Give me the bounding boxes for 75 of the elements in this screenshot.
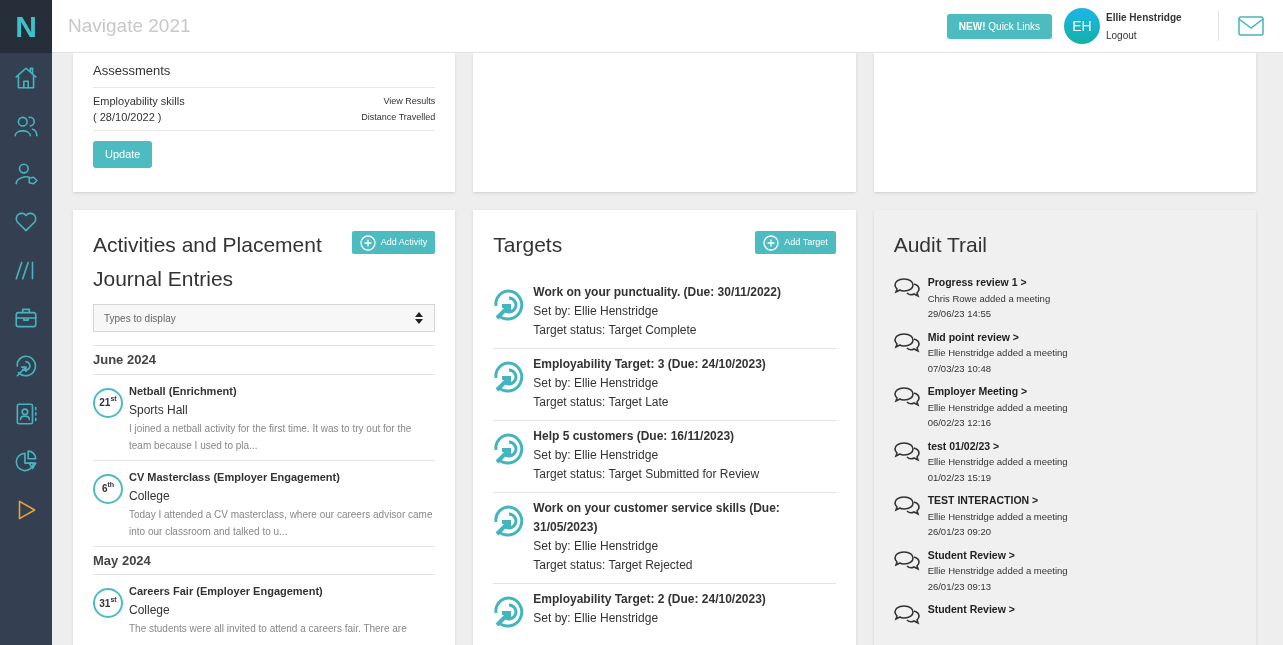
audit-time: 26/01/23 09:13 bbox=[927, 579, 993, 594]
card-title: Targets bbox=[493, 232, 563, 258]
target-title[interactable]: Employability Target: 3 (Due: 24/10/2023) bbox=[533, 355, 766, 374]
target-title[interactable]: Work on your customer service skills (Due: 31/05/2023) bbox=[533, 499, 836, 537]
target-icon bbox=[493, 596, 526, 628]
audit-time: 06/02/23 12:16 bbox=[927, 416, 993, 430]
activity-location: Sports Hall bbox=[129, 401, 189, 419]
activity-title[interactable]: Careers Fair (Employer Engagement) bbox=[129, 582, 407, 600]
activity-excerpt: I joined a netball activity for the first time. It was to try out for the team because I used to pla... bbox=[129, 421, 413, 453]
audit-time: 29/06/23 14:55 bbox=[927, 307, 993, 321]
audit-description: Ellie Henstridge added a meeting bbox=[927, 509, 1068, 524]
target-set-by: Set by: Ellie Henstridge bbox=[533, 610, 660, 627]
audit-description: Ellie Henstridge added a meeting bbox=[927, 455, 1068, 469]
target-icon bbox=[493, 433, 526, 465]
audit-time: 26/01/23 09:20 bbox=[927, 525, 993, 539]
audit-link[interactable]: Employer Meeting > bbox=[927, 384, 1068, 400]
chat-icon bbox=[893, 331, 920, 354]
assessment-link[interactable]: Distance Travelled bbox=[361, 108, 436, 125]
plus-icon bbox=[763, 234, 780, 251]
target-icon bbox=[493, 289, 526, 321]
chat-icon bbox=[893, 604, 920, 626]
month-heading: May 2024 bbox=[93, 545, 436, 574]
audit-description: Ellie Henstridge added a meeting bbox=[927, 564, 1068, 578]
target-title[interactable]: Work on your punctuality. (Due: 30/11/2022) bbox=[533, 283, 781, 302]
audit-description: Ellie Henstridge added a meeting bbox=[927, 400, 1068, 415]
audit-description: Chris Rowe added a meeting bbox=[927, 291, 1051, 306]
target-title[interactable]: Help 5 customers (Due: 16/11/2023) bbox=[533, 427, 760, 446]
assessment-name: Employability skills bbox=[93, 93, 185, 109]
activity-location: College bbox=[129, 487, 171, 505]
chat-icon bbox=[893, 495, 920, 517]
sort-caret-icon bbox=[414, 311, 425, 325]
card-title: Activities and Placement Journal Entries bbox=[93, 232, 323, 292]
audit-description: Ellie Henstridge added a meeting bbox=[927, 346, 1068, 360]
target-set-by: Set by: Ellie Henstridge bbox=[533, 303, 660, 320]
logout-link[interactable]: Logout bbox=[1106, 27, 1218, 43]
activity-excerpt: The students were all invited to attend a careers fair. There are bbox=[129, 622, 407, 636]
audit-link[interactable]: Student Review > bbox=[927, 547, 1068, 563]
audit-time: 01/02/23 15:19 bbox=[927, 470, 993, 485]
card-title: Audit Trail bbox=[893, 232, 989, 258]
target-status: Target status: Target Late bbox=[533, 394, 670, 411]
chat-icon bbox=[893, 549, 920, 572]
activity-title[interactable]: CV Masterclass (Employer Engagement) bbox=[129, 467, 436, 486]
audit-link[interactable]: Student Review > bbox=[927, 602, 1015, 618]
assessment-link[interactable]: View Results bbox=[383, 92, 436, 109]
users-icon[interactable] bbox=[13, 113, 39, 139]
user-name: Ellie Henstridge bbox=[1106, 10, 1183, 25]
target-set-by: Set by: Ellie Henstridge bbox=[533, 375, 660, 392]
target-status: Target status: Target Complete bbox=[533, 322, 698, 339]
home-icon[interactable] bbox=[13, 65, 39, 91]
mail-icon[interactable] bbox=[1238, 16, 1264, 36]
activity-excerpt: Today I attended a CV masterclass, where our careers advisor came into our classroom and talked to u... bbox=[129, 507, 434, 539]
chat-icon bbox=[893, 386, 920, 408]
user-tag-icon[interactable] bbox=[13, 161, 39, 187]
activity-title[interactable]: Netball (Enrichment) bbox=[129, 381, 436, 400]
card-title: Assessments bbox=[93, 61, 436, 88]
target-icon bbox=[493, 505, 526, 537]
assessment-date: ( 28/10/2022 ) bbox=[93, 109, 163, 125]
month-heading: June 2024 bbox=[93, 345, 436, 374]
target-set-by: Set by: Ellie Henstridge bbox=[533, 538, 660, 555]
target-set-by: Set by: Ellie Henstridge bbox=[533, 447, 660, 464]
activity-location: College bbox=[129, 602, 171, 619]
target-status: Target status: Target Submitted for Review bbox=[533, 466, 760, 483]
audit-link[interactable]: Mid point review > bbox=[927, 329, 1068, 345]
types-select[interactable]: Types to display bbox=[93, 304, 436, 332]
target-title[interactable]: Employability Target: 2 (Due: 24/10/2023) bbox=[533, 590, 766, 609]
audit-time: 07/03/23 10:48 bbox=[927, 361, 993, 376]
target-status: Target status: Target Rejected bbox=[533, 557, 694, 574]
plus-icon bbox=[359, 234, 376, 251]
chat-icon bbox=[893, 440, 920, 463]
target-icon bbox=[493, 361, 526, 393]
audit-link[interactable]: TEST INTERACTION > bbox=[927, 493, 1068, 509]
audit-link[interactable]: test 01/02/23 > bbox=[927, 438, 1068, 454]
chat-icon bbox=[893, 277, 920, 299]
target-icon[interactable] bbox=[13, 353, 39, 379]
audit-link[interactable]: Progress review 1 > bbox=[927, 275, 1051, 291]
